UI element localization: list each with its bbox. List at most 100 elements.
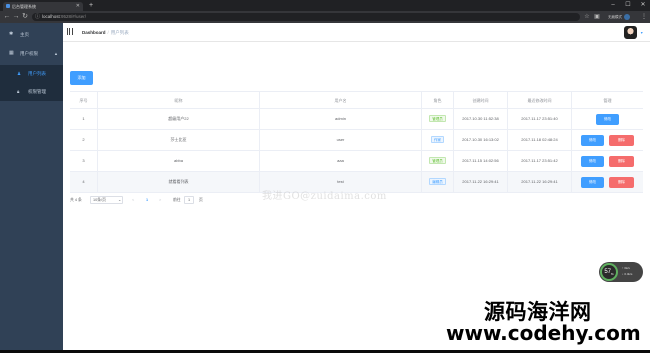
window-close-icon[interactable]: ✕ [636,0,650,11]
cell-username: admin [259,109,421,129]
minimize-icon[interactable]: – [606,0,620,11]
close-icon[interactable]: ✕ [76,2,80,11]
cell-index: 2 [82,137,85,142]
table-header: 序号 昵称 用户名 角色 创建时间 最近修改时间 管理 [70,91,643,109]
maximize-icon[interactable]: ☐ [621,0,635,11]
extension-icon[interactable]: ▣ [593,12,601,22]
cell-actions: 修改 删除 [571,172,643,192]
speed-rates: ↑ 0k/s ↓ 0.4k/s [622,265,632,277]
sidebar-item-user-permissions[interactable]: ▦ 用户权限 ▲ [0,44,63,63]
role-tag: 作家 [431,136,444,144]
column-header: 创建时间 [453,92,507,108]
table-row: 1 超级用户22 admin 管理员 2017.10.30 11:52:38 2… [70,109,643,130]
navbar: Dashboard / 用户列表 ▼ [63,23,650,42]
goto-page-input[interactable]: 1 [184,196,194,204]
column-header: 序号 [79,98,88,103]
delete-button[interactable]: 删除 [609,156,634,167]
delete-button[interactable]: 删除 [609,177,634,188]
cell-index: 4 [82,179,85,184]
cell-nickname: 莎士比亚 [97,130,259,150]
cell-created: 2017.11.15 14:02:56 [453,151,507,171]
reload-icon[interactable]: ↻ [20,12,30,22]
breadcrumb-root[interactable]: Dashboard [82,30,106,35]
site-watermark-url: www.codehy.com [446,321,641,345]
cell-role: 管理员 [421,109,453,129]
cell-actions: 修改 删除 [571,130,643,150]
cell-created: 2017.10.30 11:52:38 [453,109,507,129]
cell-actions: 修改 [571,109,643,129]
caret-down-icon[interactable]: ▼ [640,31,643,35]
page-number-current[interactable]: 1 [146,195,148,205]
cell-actions: 修改 删除 [571,151,643,171]
speed-ring: 57% [600,263,618,281]
sidebar-item-permission-management[interactable]: 🔒︎ 权限管理 [0,83,63,101]
delete-button[interactable]: 删除 [609,135,634,146]
sidebar-item-user-list[interactable]: ♟ 用户列表 [0,65,63,83]
cell-role: 编辑员 [421,172,453,192]
role-tag: 管理员 [429,157,446,165]
sidebar-item-label: 主页 [20,32,29,37]
column-header: 用户名 [259,92,421,108]
cell-username: user [259,130,421,150]
cell-nickname: 超级用户22 [97,109,259,129]
column-header: 角色 [421,92,453,108]
download-rate: ↓ 0.4k/s [622,272,633,276]
avatar[interactable] [624,26,637,39]
sidebar-item-home[interactable]: ✱ 主页 [0,25,63,44]
favicon-icon [6,4,10,8]
cell-nickname: abba [97,151,259,171]
url-host: localhost [42,14,60,19]
column-header: 管理 [571,92,643,108]
column-header: 最近修改时间 [507,92,571,108]
cell-nickname: 就看看列表 [97,172,259,192]
cell-username: aaa [259,151,421,171]
cell-created: 2017.10.30 16:13:02 [453,130,507,150]
hamburger-icon[interactable] [67,28,74,35]
table-row: 2 莎士比亚 user 作家 2017.10.30 16:13:02 2017.… [70,130,643,151]
table-row: 3 abba aaa 管理员 2017.11.15 14:02:56 2017.… [70,151,643,172]
page-size-value: 10条/页 [93,198,106,202]
address-bar[interactable]: ⓘ localhost:9528/#/user/ [32,13,580,21]
app: ✱ 主页 ▦ 用户权限 ▲ ♟ 用户列表 🔒︎ 权限管理 Dashboard / 用… [0,23,650,350]
home-icon: ✱ [9,31,14,37]
column-header: 昵称 [97,92,259,108]
profile-label: 无痕模式 [608,15,622,19]
edit-button[interactable]: 修改 [581,135,604,146]
speed-value: 57 [604,269,611,275]
breadcrumb-separator: / [107,30,109,35]
goto-label: 前往 [173,198,181,202]
menu-dots-icon[interactable]: ⋮ [640,12,648,22]
chevron-up-icon: ▲ [54,51,58,56]
edit-button[interactable]: 修改 [581,177,604,188]
role-tag: 编辑员 [429,178,446,186]
network-speed-widget[interactable]: 57% ↑ 0k/s ↓ 0.4k/s [599,262,643,282]
cell-updated: 2017.11.17 23:51:42 [507,151,571,171]
prev-page-button[interactable]: < [132,195,134,205]
browser-tab[interactable]: 后台管理系统 ✕ [3,2,83,11]
sidebar-item-label: 权限管理 [28,89,46,94]
chevron-down-icon: ⌄ [118,198,122,202]
goto-suffix: 页 [199,198,203,202]
submenu: ♟ 用户列表 🔒︎ 权限管理 [0,65,63,101]
incognito-icon [624,14,630,21]
cell-index: 3 [82,158,85,163]
profile-button[interactable]: 无痕模式 [608,13,630,21]
speed-unit: % [611,272,614,277]
user-icon: ♟ [17,71,22,76]
edit-button[interactable]: 修改 [581,156,604,167]
add-user-button[interactable]: 添加 [70,71,93,85]
edit-button[interactable]: 修改 [596,114,619,125]
cell-updated: 2017.11.18 02:48:24 [507,130,571,150]
url-path: :9528/#/user/ [59,14,87,19]
page-size-select[interactable]: 10条/页 ⌄ [90,196,123,204]
cell-index: 1 [82,116,85,121]
breadcrumb: Dashboard / 用户列表 [82,23,129,42]
cell-role: 管理员 [421,151,453,171]
new-tab-button[interactable]: + [89,1,93,10]
cell-updated: 2017.11.22 16:29:41 [507,172,571,192]
lock-icon: 🔒︎ [17,89,20,94]
breadcrumb-current: 用户列表 [110,30,129,35]
sidebar: ✱ 主页 ▦ 用户权限 ▲ ♟ 用户列表 🔒︎ 权限管理 [0,23,63,350]
next-page-button[interactable]: > [159,195,161,205]
star-icon[interactable]: ☆ [583,12,591,22]
